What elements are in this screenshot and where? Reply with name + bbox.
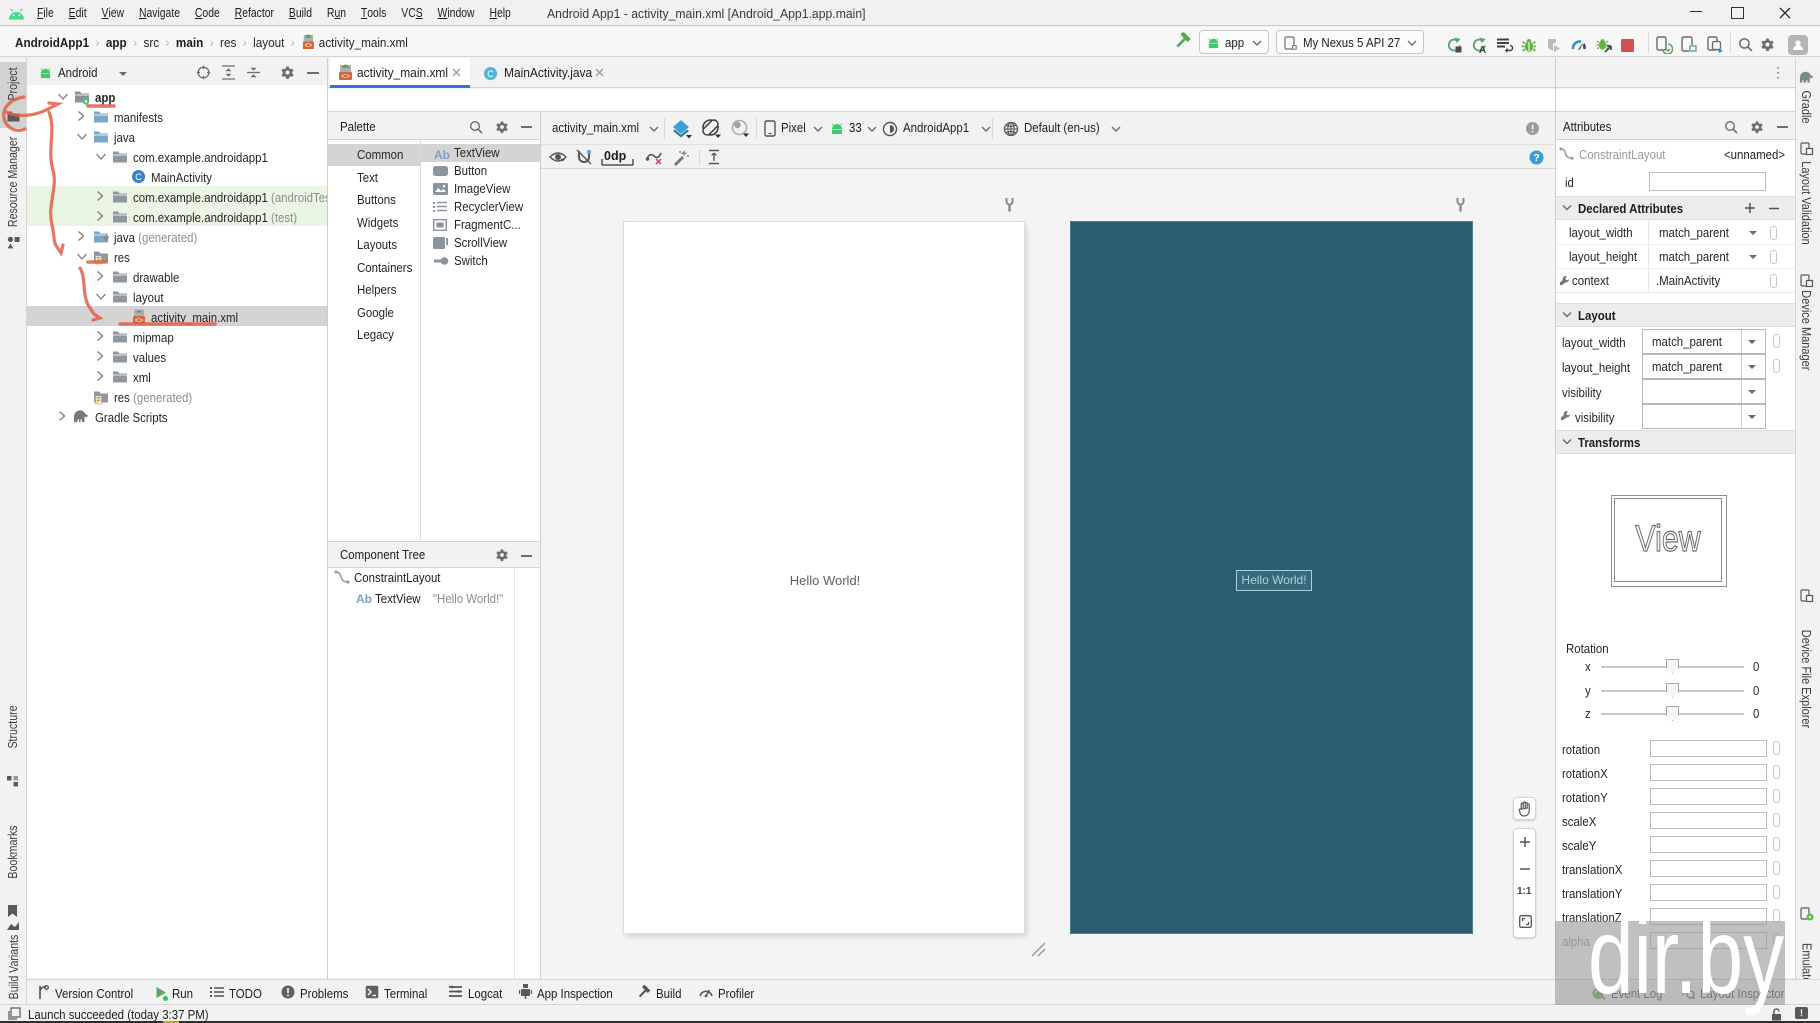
svg-text:<>: <> — [341, 74, 351, 82]
svg-text:A: A — [1479, 45, 1486, 53]
svg-text:<>: <> — [305, 42, 313, 50]
svg-text:C: C — [135, 172, 142, 182]
svg-text:!: ! — [1800, 1008, 1803, 1018]
svg-text:C: C — [487, 69, 494, 79]
svg-text:?: ? — [1533, 153, 1539, 164]
